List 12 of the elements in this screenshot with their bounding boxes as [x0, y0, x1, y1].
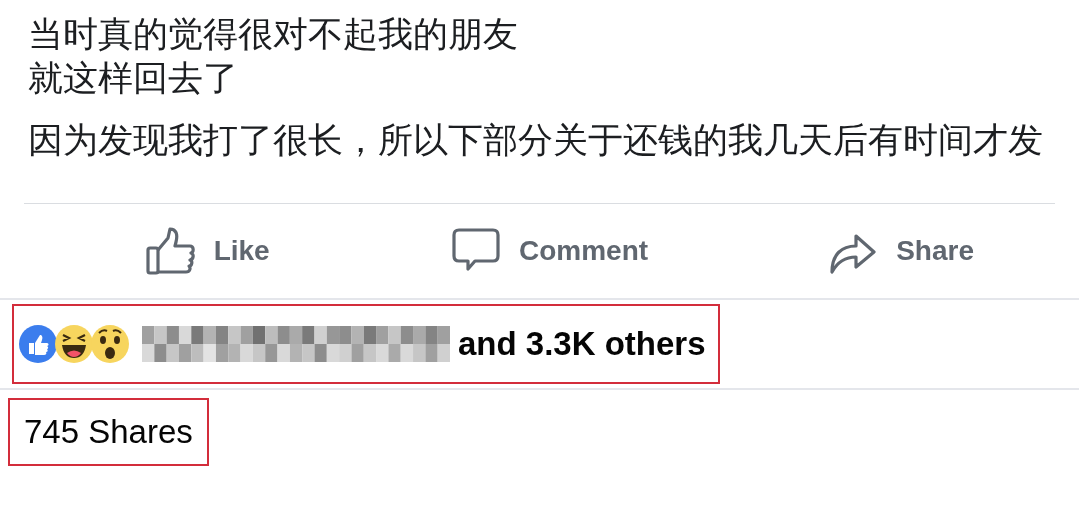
- post-text: 当时真的觉得很对不起我的朋友: [28, 13, 519, 56]
- like-button[interactable]: Like: [0, 218, 415, 284]
- comment-button[interactable]: Comment: [414, 218, 705, 284]
- laughing-face-icon: [54, 324, 94, 364]
- surprised-face-icon: [90, 324, 130, 364]
- like-reaction-icon: [18, 324, 58, 364]
- reactions-summary[interactable]: and 3.3K others: [458, 325, 706, 363]
- share-button[interactable]: Share: [704, 218, 1079, 284]
- post-text: 因为发现我打了很长，所以下部分关于还钱的我几天后有时间才发: [28, 119, 1044, 162]
- thumbs-up-icon: [145, 226, 196, 276]
- shares-count[interactable]: 745 Shares: [8, 398, 209, 466]
- post-text: 就这样回去了: [28, 57, 239, 100]
